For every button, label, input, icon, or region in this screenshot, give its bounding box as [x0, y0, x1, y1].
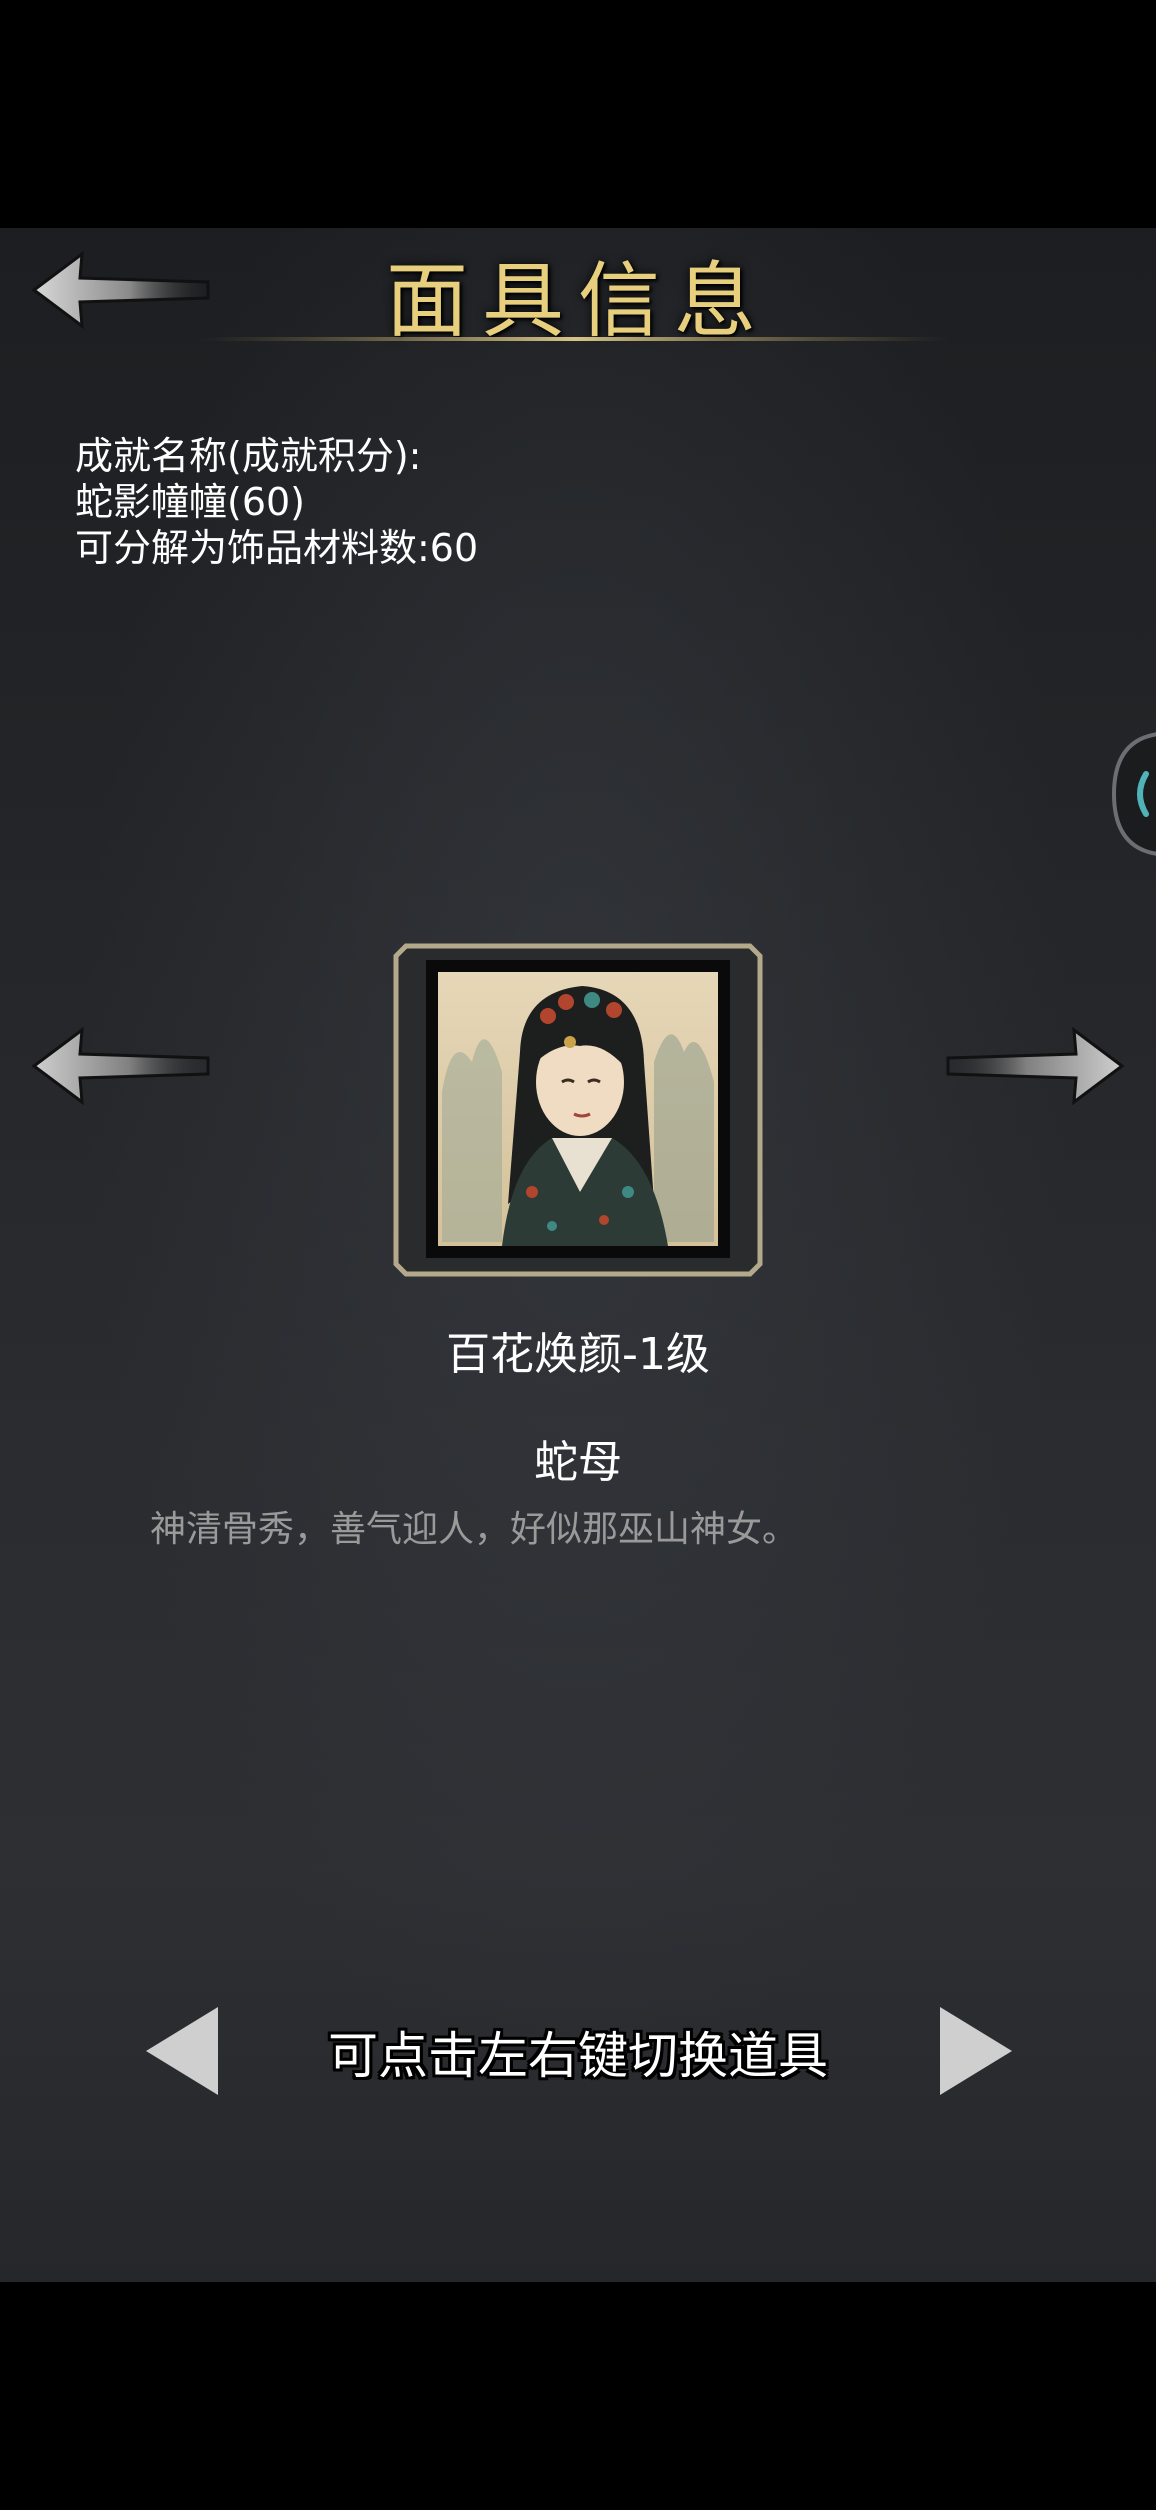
title-underline: [200, 337, 950, 341]
mask-info-panel: 面具信息 成就名称(成就积分): 蛇影幢幢(60) 可分解为饰品材料数:60 百…: [0, 228, 1156, 2282]
previous-mask-button[interactable]: [30, 1024, 210, 1108]
side-tab-button[interactable]: [1110, 730, 1156, 858]
mask-name-level: 百花焕颜-1级: [446, 1329, 710, 1380]
decompose-material-count: 可分解为饰品材料数:60: [75, 526, 479, 570]
hint-next-button[interactable]: [936, 2003, 1016, 2099]
triangle-right-icon: [940, 2007, 1012, 2095]
bottom-black-bar: [0, 2282, 1156, 2510]
achievement-value: 蛇影幢幢(60): [75, 480, 306, 524]
mask-portrait-frame: [392, 942, 764, 1278]
top-black-bar: [0, 0, 1156, 228]
achievement-info: 成就名称(成就积分): 蛇影幢幢(60) 可分解为饰品材料数:60: [75, 433, 478, 571]
achievement-label: 成就名称(成就积分):: [75, 434, 422, 478]
left-arrow-icon: [31, 1026, 210, 1106]
next-mask-button[interactable]: [946, 1024, 1126, 1108]
character-name: 蛇母: [534, 1437, 622, 1488]
side-tab-icon: [1111, 732, 1156, 856]
mask-description: 神清骨秀，善气迎人，好似那巫山神女。: [150, 1509, 799, 1550]
character-portrait: [393, 943, 763, 1277]
right-arrow-icon: [946, 1026, 1125, 1106]
